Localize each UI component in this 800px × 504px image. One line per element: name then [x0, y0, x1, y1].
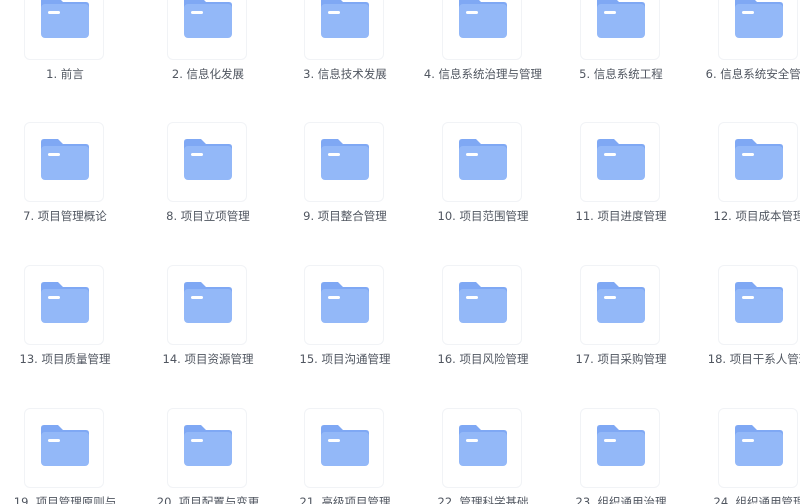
- folder-icon: [181, 423, 235, 469]
- folder-icon-card[interactable]: [442, 408, 522, 488]
- folder-icon: [318, 280, 372, 326]
- folder-icon-card[interactable]: [442, 265, 522, 345]
- folder-icon-card[interactable]: [580, 0, 660, 60]
- folder-icon-card[interactable]: [167, 265, 247, 345]
- folder-label: 1. 前言: [46, 67, 84, 81]
- folder-label: 22. 管理科学基础: [437, 495, 529, 504]
- folder-icon-card[interactable]: [304, 265, 384, 345]
- folder-icon: [181, 280, 235, 326]
- folder-label: 6. 信息系统安全管理: [705, 67, 800, 81]
- folder-label: 8. 项目立项管理: [166, 209, 250, 223]
- folder-icon-card[interactable]: [304, 0, 384, 60]
- folder-icon-card[interactable]: [167, 0, 247, 60]
- folder-icon-card[interactable]: [718, 265, 798, 345]
- folder-label: 19. 项目管理原则与: [13, 495, 117, 504]
- folder-icon-card[interactable]: [718, 0, 798, 60]
- folder-icon-card[interactable]: [24, 265, 104, 345]
- folder-icon: [732, 280, 786, 326]
- folder-label: 5. 信息系统工程: [579, 67, 663, 81]
- folder-label: 10. 项目范围管理: [437, 209, 529, 223]
- folder-icon: [594, 137, 648, 183]
- folder-icon: [318, 137, 372, 183]
- folder-icon: [38, 0, 92, 41]
- folder-icon: [456, 423, 510, 469]
- folder-icon: [594, 423, 648, 469]
- folder-icon: [181, 0, 235, 41]
- folder-label: 12. 项目成本管理: [713, 209, 800, 223]
- folder-label: 20. 项目配置与变更: [156, 495, 260, 504]
- folder-icon: [318, 0, 372, 41]
- folder-icon-card[interactable]: [167, 122, 247, 202]
- folder-label: 2. 信息化发展: [171, 67, 245, 81]
- folder-icon: [732, 137, 786, 183]
- folder-icon-card[interactable]: [718, 122, 798, 202]
- folder-icon: [38, 137, 92, 183]
- folder-icon: [594, 0, 648, 41]
- folder-icon-card[interactable]: [718, 408, 798, 488]
- folder-icon-card[interactable]: [167, 408, 247, 488]
- folder-icon-card[interactable]: [580, 265, 660, 345]
- folder-icon: [456, 137, 510, 183]
- folder-icon: [732, 423, 786, 469]
- folder-icon-card[interactable]: [304, 122, 384, 202]
- folder-icon: [456, 0, 510, 41]
- folder-icon-card[interactable]: [24, 0, 104, 60]
- folder-label: 24. 组织通用管理: [713, 495, 800, 504]
- folder-label: 7. 项目管理概论: [23, 209, 107, 223]
- folder-label: 9. 项目整合管理: [303, 209, 387, 223]
- folder-icon-card[interactable]: [580, 122, 660, 202]
- folder-label: 3. 信息技术发展: [303, 67, 387, 81]
- folder-icon: [318, 423, 372, 469]
- folder-label: 11. 项目进度管理: [575, 209, 667, 223]
- folder-label: 23. 组织通用治理: [575, 495, 667, 504]
- folder-icon: [732, 0, 786, 41]
- folder-label: 15. 项目沟通管理: [299, 352, 391, 366]
- folder-label: 17. 项目采购管理: [575, 352, 667, 366]
- folder-icon: [594, 280, 648, 326]
- folder-icon: [38, 423, 92, 469]
- folder-icon-card[interactable]: [580, 408, 660, 488]
- folder-icon: [38, 280, 92, 326]
- folder-label: 21. 高级项目管理: [299, 495, 391, 504]
- folder-icon-card[interactable]: [442, 122, 522, 202]
- folder-label: 4. 信息系统治理与管理: [423, 67, 543, 81]
- folder-icon: [456, 280, 510, 326]
- folder-icon-card[interactable]: [24, 408, 104, 488]
- folder-label: 16. 项目风险管理: [437, 352, 529, 366]
- folder-grid: 1. 前言 2. 信息化发展 3. 信息技术发展 4. 信息系统治理与管理 5. 信息系…: [0, 0, 800, 504]
- folder-label: 13. 项目质量管理: [19, 352, 111, 366]
- folder-icon: [181, 137, 235, 183]
- folder-label: 14. 项目资源管理: [162, 352, 254, 366]
- folder-icon-card[interactable]: [24, 122, 104, 202]
- folder-icon-card[interactable]: [442, 0, 522, 60]
- folder-label: 18. 项目干系人管理: [707, 352, 800, 366]
- folder-icon-card[interactable]: [304, 408, 384, 488]
